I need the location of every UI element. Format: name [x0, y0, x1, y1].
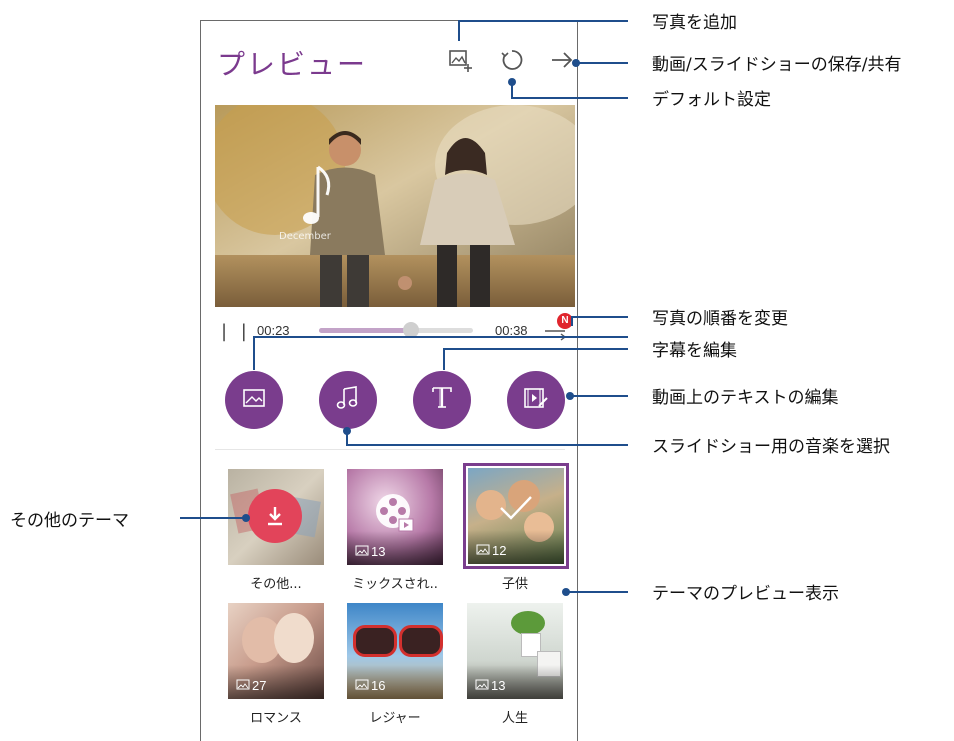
image-edit-button[interactable]	[225, 371, 283, 429]
callout-line	[570, 395, 628, 397]
reset-icon[interactable]	[497, 45, 527, 75]
checkmark-icon	[498, 494, 534, 526]
image-icon	[236, 678, 250, 693]
callout-line	[346, 431, 348, 445]
photo-count: 16	[355, 678, 385, 693]
callout-line	[458, 20, 628, 22]
theme-leisure[interactable]: 16	[347, 603, 443, 699]
video-text-button[interactable]	[507, 371, 565, 429]
progress-fill	[319, 328, 412, 333]
photo-count: 12	[476, 543, 506, 558]
image-icon	[355, 678, 369, 693]
callout-line	[571, 316, 628, 318]
callout-select-music: スライドショー用の音楽を選択	[652, 437, 890, 457]
callout-line	[511, 82, 513, 98]
text-t-icon	[430, 385, 454, 415]
callout-line	[566, 591, 628, 593]
image-icon	[242, 388, 266, 412]
photo-count: 27	[236, 678, 266, 693]
theme-label: 子供	[501, 577, 528, 592]
callout-theme-preview: テーマのプレビュー表示	[652, 584, 839, 604]
callout-more-themes: その他のテーマ	[10, 511, 129, 531]
callout-line	[511, 97, 628, 99]
theme-label: ミックスされ..	[352, 577, 438, 592]
callout-line	[443, 348, 628, 350]
slideshow-preview-photo[interactable]: December	[215, 105, 575, 307]
theme-romance[interactable]: 27	[228, 603, 324, 699]
divider	[215, 449, 565, 450]
callout-edit-captions: 字幕を編集	[652, 341, 737, 361]
page-title: プレビュー	[217, 48, 368, 81]
callout-save-share: 動画/スライドショーの保存/共有	[652, 55, 902, 75]
text-button[interactable]	[413, 371, 471, 429]
theme-label: ロマンス	[250, 711, 302, 726]
photo-caption: December	[279, 231, 331, 242]
callout-line	[346, 444, 628, 446]
callout-reorder-photos: 写真の順番を変更	[652, 309, 788, 329]
music-note-icon	[336, 385, 360, 415]
callout-line	[576, 62, 628, 64]
image-icon	[475, 678, 489, 693]
callout-add-photo: 写真を追加	[652, 13, 737, 33]
theme-life[interactable]: 13	[467, 603, 563, 699]
photo-count: 13	[355, 544, 385, 559]
phone-screen: プレビュー December | | 00:23 00:38 N その他... …	[200, 20, 578, 741]
add-photo-icon[interactable]	[445, 45, 475, 75]
callout-line	[443, 348, 445, 370]
callout-line	[253, 336, 628, 338]
theme-label: レジャー	[369, 711, 421, 726]
callout-edit-video-text: 動画上のテキストの編集	[652, 388, 839, 408]
theme-label: 人生	[501, 711, 528, 726]
callout-line	[458, 21, 460, 41]
progress-slider[interactable]	[319, 322, 473, 338]
callout-dot	[242, 514, 250, 522]
callout-line	[180, 517, 244, 519]
theme-label: その他...	[250, 577, 302, 592]
download-icon	[248, 489, 302, 543]
music-button[interactable]	[319, 371, 377, 429]
photo-count: 13	[475, 678, 505, 693]
callout-line	[253, 336, 255, 370]
image-icon	[476, 543, 490, 558]
callout-default-settings: デフォルト設定	[652, 90, 771, 110]
theme-kids[interactable]: 12	[468, 468, 564, 564]
film-edit-icon	[523, 386, 549, 414]
pause-icon[interactable]: | |	[221, 321, 251, 342]
image-icon	[355, 544, 369, 559]
theme-mixed[interactable]: 13	[347, 469, 443, 565]
